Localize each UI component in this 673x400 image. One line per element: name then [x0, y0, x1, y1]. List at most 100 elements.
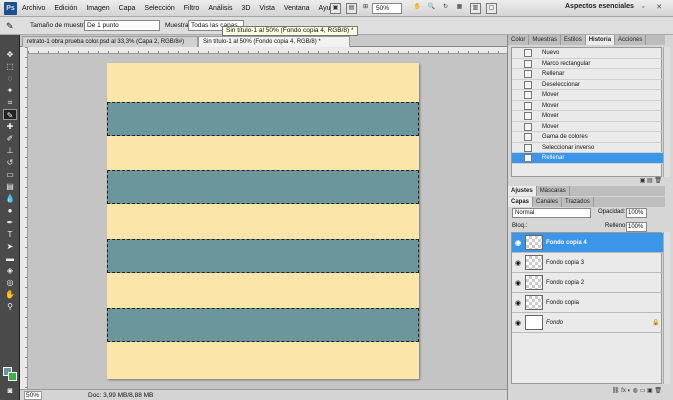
tab-retrato[interactable]: retrato-1 obra prueba color.psd al 33,3%… [22, 36, 198, 47]
history-footer-icons[interactable]: ▣ ▤ 🗑 [511, 177, 662, 185]
history-item-active[interactable]: Rellenar [512, 153, 663, 164]
3d-rotate-icon[interactable]: ◈ [3, 265, 17, 276]
tab-capas[interactable]: Capas [508, 197, 534, 207]
crop-tool-icon[interactable]: ⌗ [3, 97, 17, 108]
layer-row[interactable]: ◉ Fondo copia 3 [512, 253, 663, 273]
menu-ventana[interactable]: Ventana [284, 5, 310, 12]
visibility-eye-icon[interactable]: ◉ [515, 239, 521, 247]
shape-tool-icon[interactable]: ▬ [3, 253, 17, 264]
grid-icon[interactable]: ▦ [454, 3, 465, 14]
history-item[interactable]: Mover [512, 90, 663, 101]
3d-camera-icon[interactable]: ◎ [3, 277, 17, 288]
hand-tool-icon[interactable]: ✋ [412, 3, 423, 14]
layer-panel-tabs: Capas Canales Trazados [508, 197, 665, 207]
history-item[interactable]: Mover [512, 122, 663, 132]
layers-scrollbar[interactable] [663, 232, 670, 384]
tab-color[interactable]: Color [508, 35, 530, 45]
visibility-eye-icon[interactable]: ◉ [515, 319, 521, 327]
tab-historia[interactable]: Historia [585, 35, 616, 45]
blur-tool-icon[interactable]: 💧 [3, 193, 17, 204]
pen-tool-icon[interactable]: ✒ [3, 217, 17, 228]
document-size-info[interactable]: Doc: 3,99 MB/8,88 MB [88, 392, 153, 399]
zoom-select[interactable]: 50% [372, 3, 402, 14]
eraser-tool-icon[interactable]: ▭ [3, 169, 17, 180]
move-icon [524, 91, 532, 99]
history-brush-icon[interactable]: ↺ [3, 157, 17, 168]
quick-mask-icon[interactable]: ◙ [3, 385, 17, 396]
path-selection-icon[interactable]: ➤ [3, 241, 17, 252]
arrange-documents-icon[interactable]: ▥ [470, 3, 481, 14]
opacity-field[interactable]: 100% [626, 208, 647, 218]
menu-imagen[interactable]: Imagen [86, 5, 109, 12]
history-item[interactable]: Seleccionar inverso [512, 143, 663, 153]
type-tool-icon[interactable]: T [3, 229, 17, 240]
deselect-icon [524, 80, 532, 89]
quick-selection-icon[interactable]: ✦ [3, 85, 17, 96]
tab-acciones[interactable]: Acciones [615, 35, 647, 45]
menu-filtro[interactable]: Filtro [184, 5, 200, 12]
blend-mode-select[interactable]: Normal [512, 208, 591, 218]
clone-stamp-icon[interactable]: ⊥ [3, 145, 17, 156]
tab-canales[interactable]: Canales [533, 197, 563, 207]
hand-tool-icon-side[interactable]: ✋ [3, 289, 17, 300]
status-zoom-field[interactable]: 50% [24, 391, 42, 400]
history-item[interactable]: Rellenar [512, 69, 663, 80]
menu-edicion[interactable]: Edición [54, 5, 77, 12]
brush-tool-icon[interactable]: ✐ [3, 133, 17, 144]
move-tool-icon[interactable]: ✥ [3, 49, 17, 60]
eyedropper-tool-icon[interactable]: ✎ [3, 109, 17, 120]
layer-row[interactable]: ◉ Fondo copia 4 [512, 233, 663, 253]
tab-muestras[interactable]: Muestras [529, 35, 562, 45]
fill-icon [524, 154, 532, 162]
layer-row[interactable]: ◉ Fondo copia [512, 293, 663, 313]
dodge-tool-icon[interactable]: ● [3, 205, 17, 216]
bridge-icon[interactable]: ▣ [330, 3, 341, 14]
history-item[interactable]: Marco rectangular [512, 59, 663, 69]
history-item[interactable]: Nuevo [512, 48, 663, 59]
rotate-view-icon[interactable]: ↻ [440, 3, 451, 14]
marquee-tool-icon[interactable]: ⬚ [3, 61, 17, 72]
menu-archivo[interactable]: Archivo [22, 5, 45, 12]
tab-mascaras[interactable]: Máscaras [537, 186, 570, 196]
tab-estilos[interactable]: Estilos [561, 35, 586, 45]
mini-bridge-icon[interactable]: ▤ [346, 3, 357, 14]
visibility-eye-icon[interactable]: ◉ [515, 259, 521, 267]
layers-list: ◉ Fondo copia 4 ◉ Fondo copia 3 ◉ Fondo … [511, 232, 663, 384]
visibility-eye-icon[interactable]: ◉ [515, 299, 521, 307]
right-panels: Color Muestras Estilos Historia Acciones… [507, 35, 673, 400]
menu-capa[interactable]: Capa [119, 5, 136, 12]
menu-seleccion[interactable]: Selección [144, 5, 174, 12]
layer-row[interactable]: ◉ Fondo 🔒 [512, 313, 663, 333]
layer-row[interactable]: ◉ Fondo copia 2 [512, 273, 663, 293]
document-canvas[interactable] [107, 63, 419, 379]
history-item[interactable]: Gama de colores [512, 132, 663, 143]
selected-stripe [107, 102, 419, 136]
visibility-eye-icon[interactable]: ◉ [515, 279, 521, 287]
menu-analisis[interactable]: Análisis [208, 5, 232, 12]
tab-ajustes[interactable]: Ajustes [508, 186, 537, 196]
eyedropper-icon[interactable]: ✎ [6, 20, 18, 32]
window-controls[interactable]: – ▫ ✕ [626, 3, 667, 11]
fill-field[interactable]: 100% [626, 222, 647, 232]
lasso-tool-icon[interactable]: ◌ [3, 73, 17, 84]
healing-brush-icon[interactable]: ✚ [3, 121, 17, 132]
menu-vista[interactable]: Vista [259, 5, 274, 12]
background-color-swatch[interactable] [8, 372, 17, 381]
history-item[interactable]: Mover [512, 101, 663, 111]
sample-size-select[interactable]: De 1 punto [84, 20, 160, 31]
history-item[interactable]: Deseleccionar [512, 80, 663, 90]
tab-trazados[interactable]: Trazados [562, 197, 594, 207]
zoom-tool-icon[interactable]: 🔍 [426, 3, 437, 14]
layer-thumbnail [525, 255, 543, 270]
history-scrollbar[interactable] [663, 47, 670, 177]
sample-label: Muestra: [165, 22, 191, 29]
tab-sin-titulo[interactable]: Sin título-1 al 50% (Fondo copia 4, RGB/… [198, 36, 350, 47]
screen-mode-icon[interactable]: ▢ [486, 3, 497, 14]
history-item[interactable]: Mover [512, 111, 663, 122]
gradient-tool-icon[interactable]: ▤ [3, 181, 17, 192]
ruler-toggle-icon[interactable]: ⊞ [360, 3, 371, 14]
menu-3d[interactable]: 3D [241, 5, 250, 12]
workspace-switcher[interactable]: Aspectos esenciales [565, 3, 634, 10]
layers-footer-icons[interactable]: ⛓ fx ◐ ◍ ▭ ▣ 🗑 [511, 387, 662, 397]
zoom-tool-icon-side[interactable]: ⚲ [3, 301, 17, 312]
